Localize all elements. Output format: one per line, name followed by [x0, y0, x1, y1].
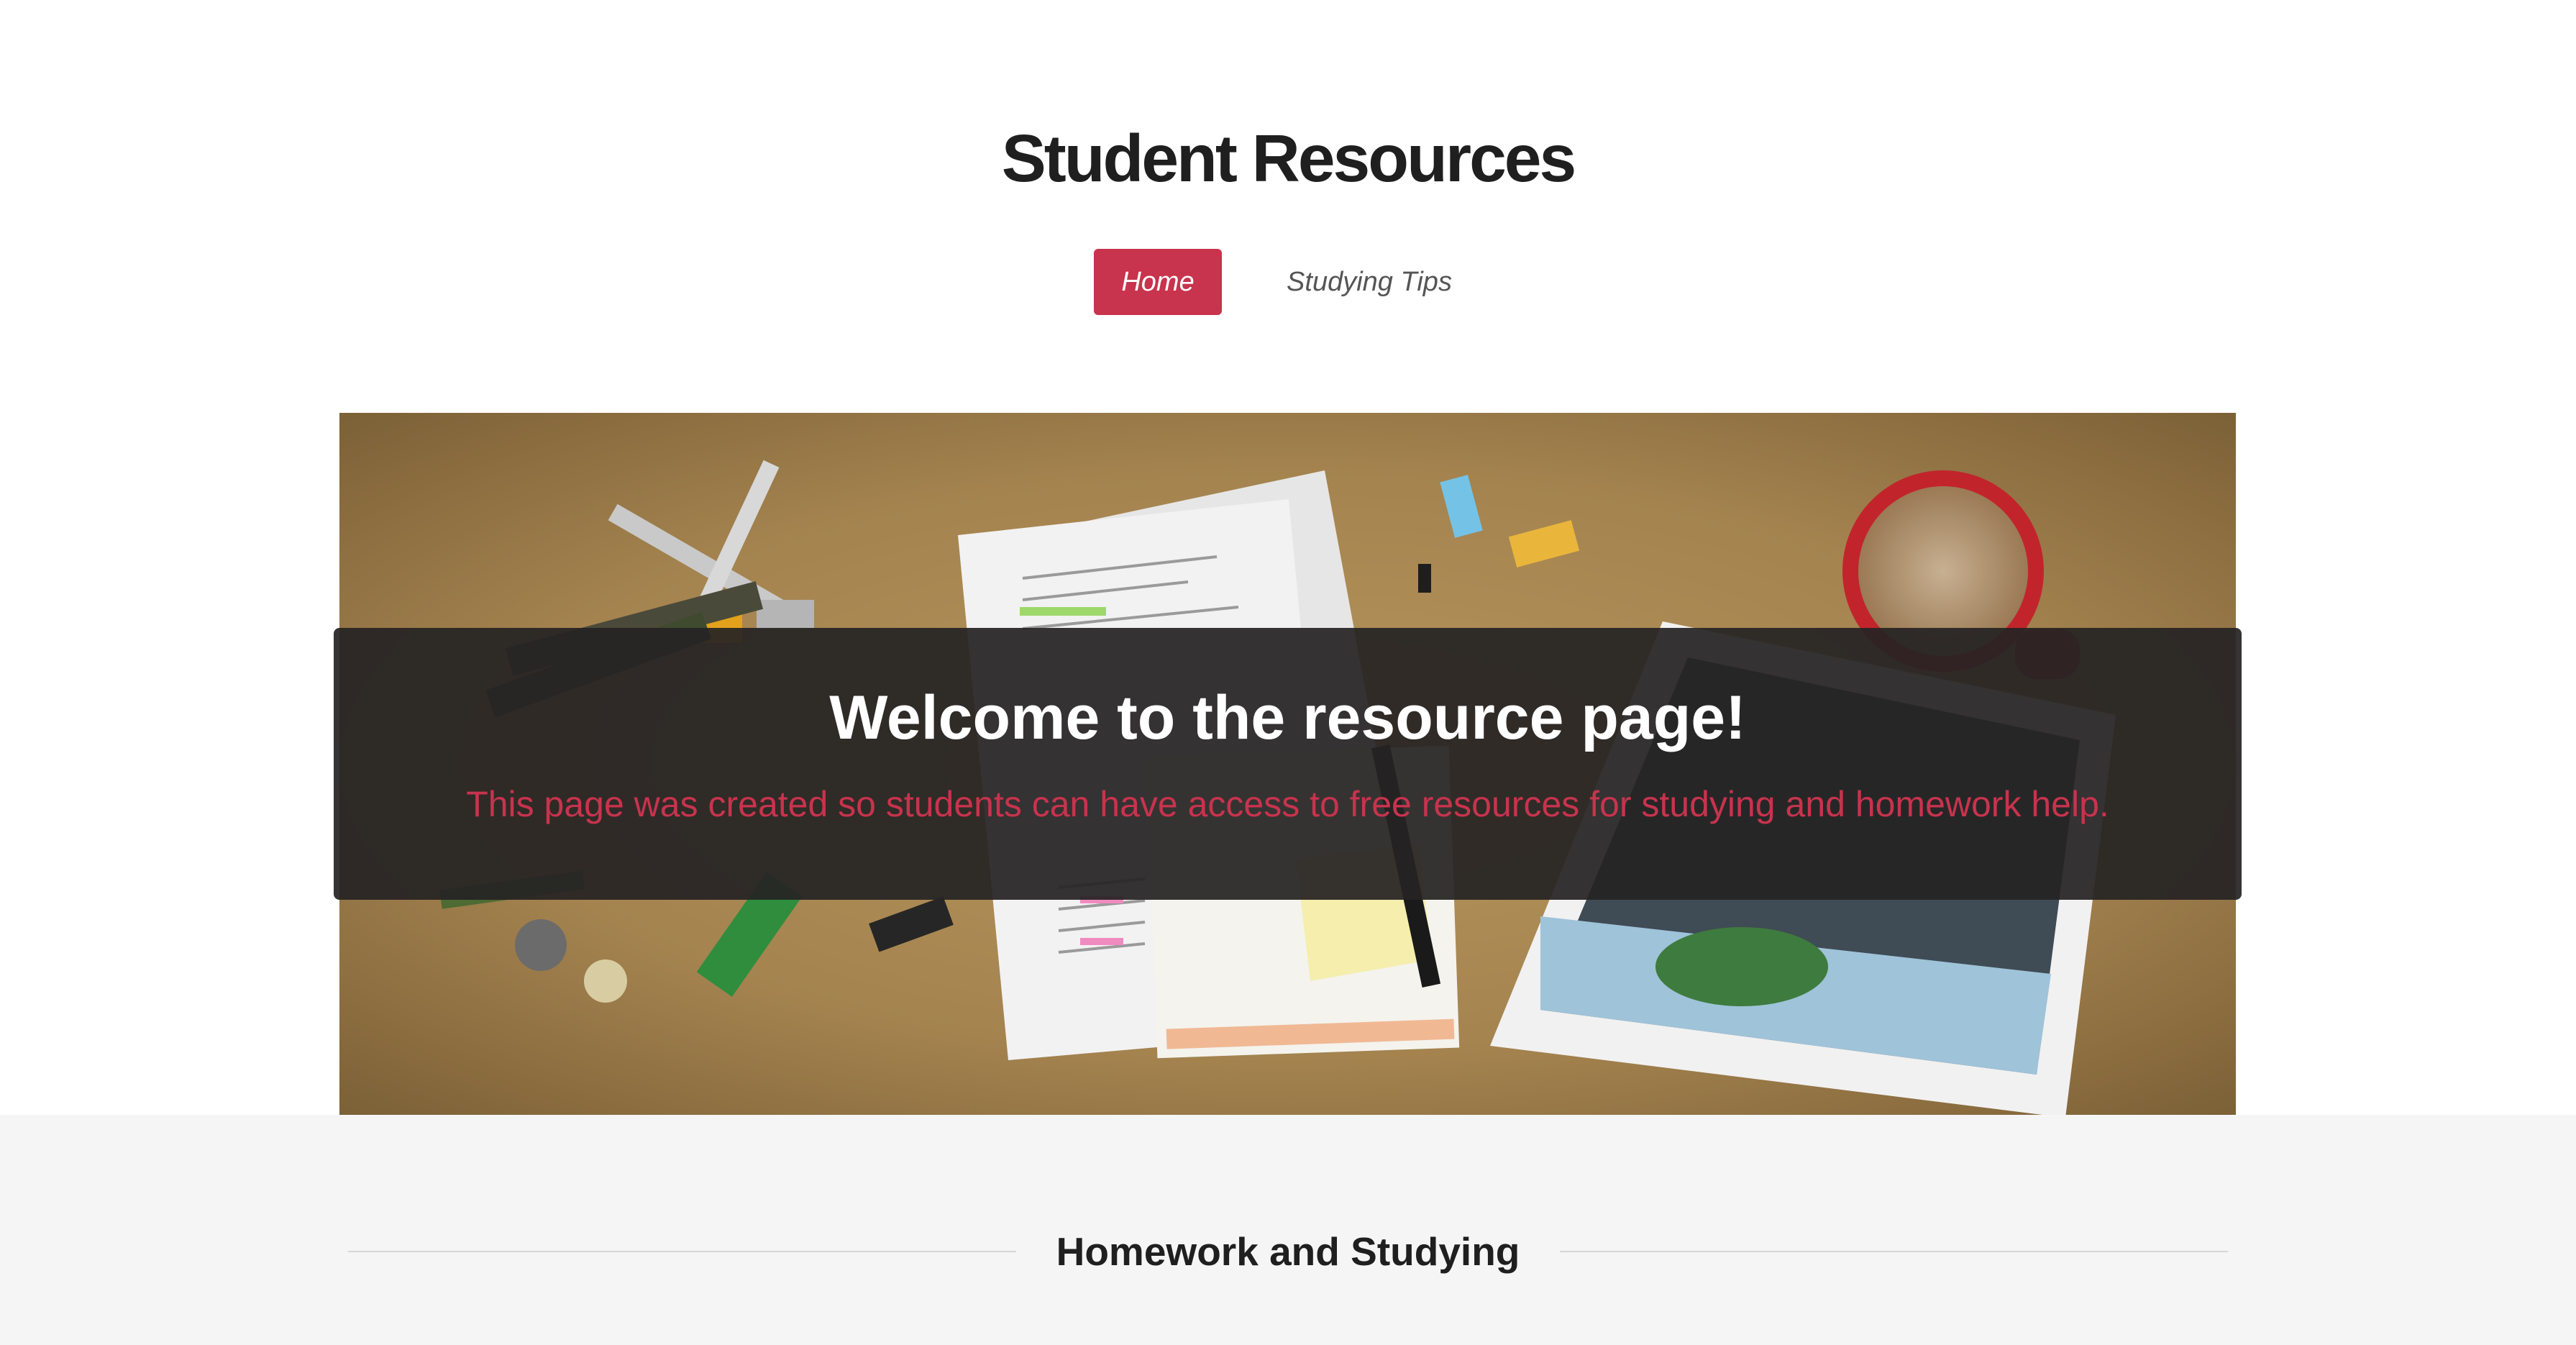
hero-heading: Welcome to the resource page! — [829, 683, 1746, 752]
main-nav: Home Studying Tips — [0, 249, 2576, 315]
hero-subheading: This page was created so students can ha… — [466, 784, 2109, 824]
page: Student Resources Home Studying Tips Wel… — [0, 0, 2576, 1345]
homework-section: Homework and Studying — [0, 1115, 2576, 1345]
section-title: Homework and Studying — [1056, 1229, 1520, 1274]
divider-right — [1560, 1251, 2228, 1252]
divider-left — [348, 1251, 1016, 1252]
site-title: Student Resources — [1001, 121, 1577, 196]
nav-item-studying-tips[interactable]: Studying Tips — [1256, 249, 1482, 315]
section-heading-row: Homework and Studying — [348, 1223, 2228, 1280]
hero-overlay: Welcome to the resource page! This page … — [334, 628, 2242, 900]
nav-item-home[interactable]: Home — [1094, 249, 1223, 315]
